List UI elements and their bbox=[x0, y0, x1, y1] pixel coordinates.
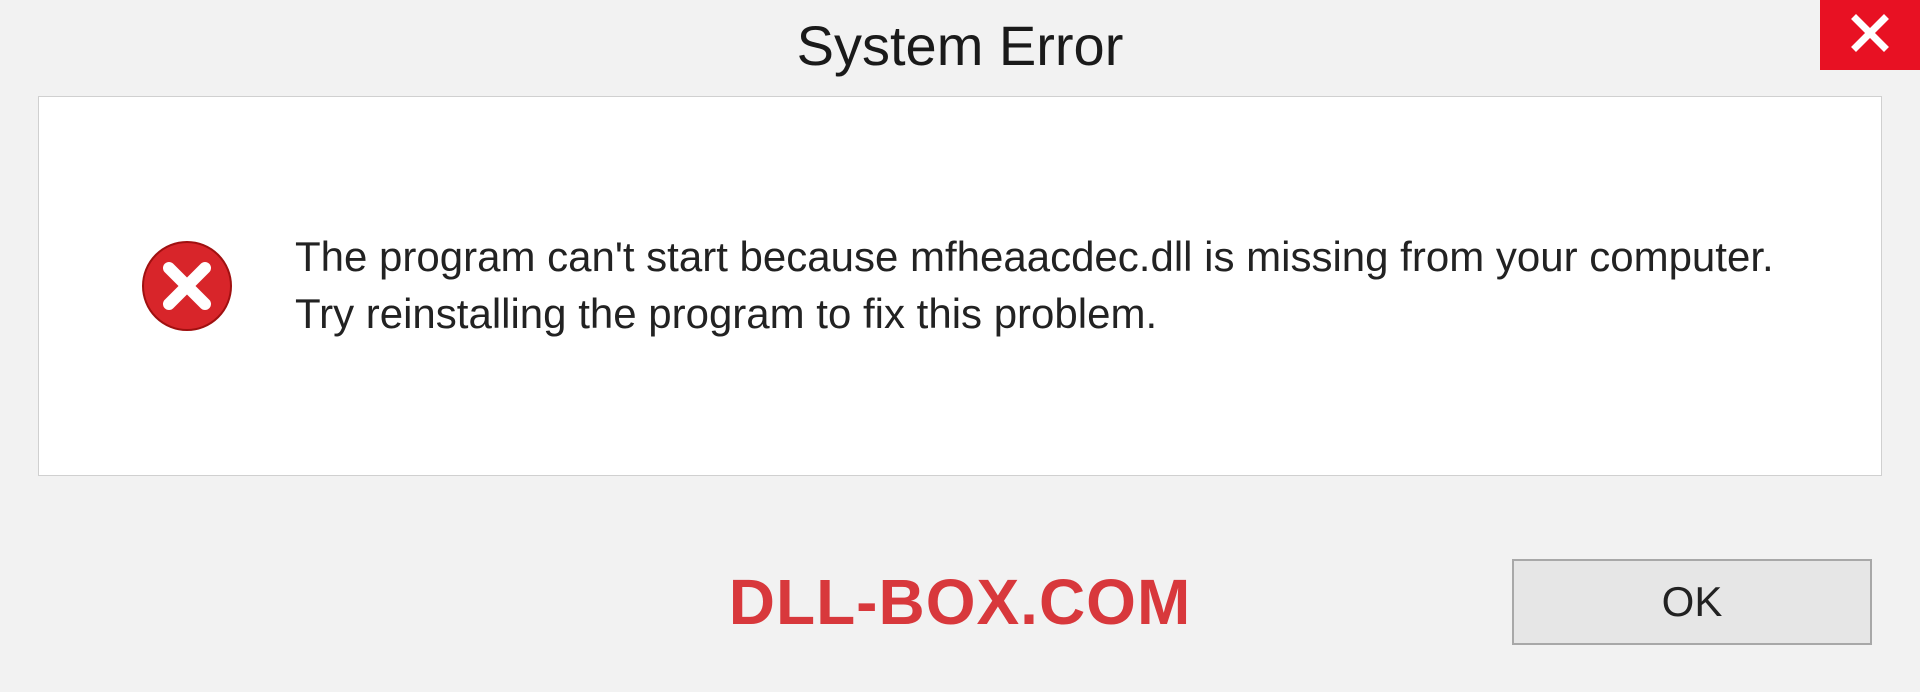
watermark-text: DLL-BOX.COM bbox=[729, 565, 1192, 639]
close-icon bbox=[1850, 13, 1890, 58]
dialog-title: System Error bbox=[797, 13, 1124, 78]
content-panel: The program can't start because mfheaacd… bbox=[38, 96, 1882, 476]
ok-button-label: OK bbox=[1662, 578, 1723, 626]
close-button[interactable] bbox=[1820, 0, 1920, 70]
error-icon bbox=[139, 238, 235, 334]
ok-button[interactable]: OK bbox=[1512, 559, 1872, 645]
dialog-footer: DLL-BOX.COM OK bbox=[0, 552, 1920, 652]
error-message: The program can't start because mfheaacd… bbox=[295, 229, 1811, 342]
error-dialog: System Error The program can't start bec… bbox=[0, 0, 1920, 692]
title-bar: System Error bbox=[0, 0, 1920, 90]
